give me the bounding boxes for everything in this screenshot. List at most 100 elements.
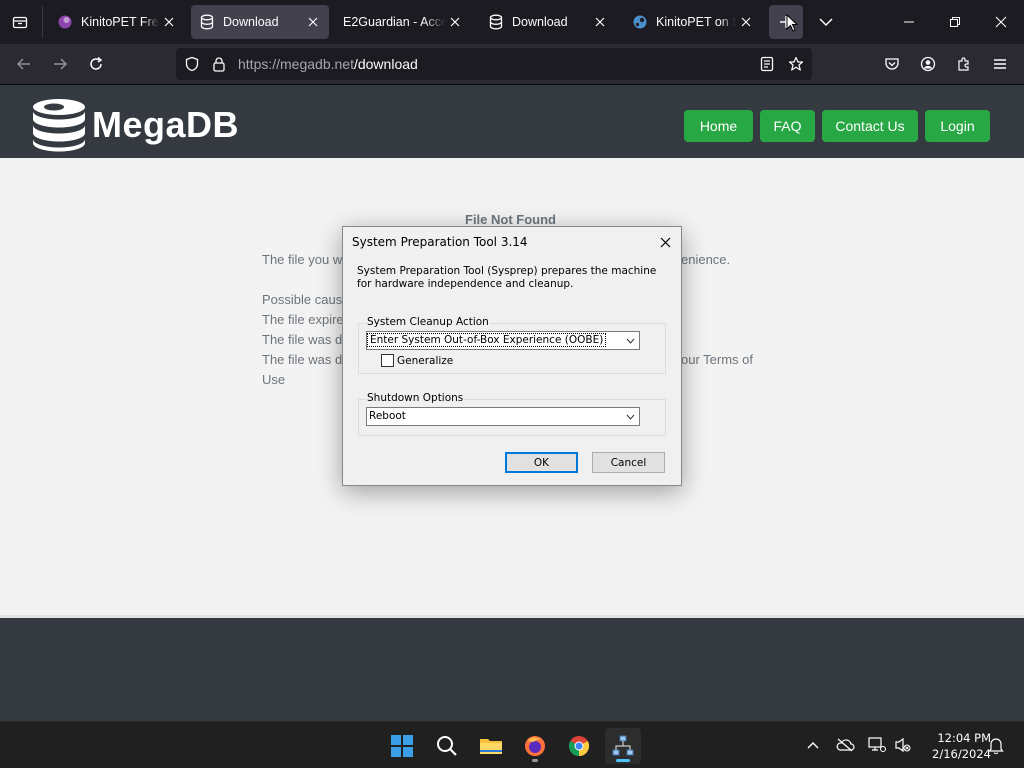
search-icon bbox=[437, 736, 457, 756]
nav-home-button[interactable]: Home bbox=[684, 110, 753, 142]
url-path: /download bbox=[353, 56, 418, 72]
megadb-logo[interactable]: MegaDB bbox=[30, 97, 239, 153]
checkbox-box[interactable] bbox=[381, 354, 394, 367]
onedrive-tray-icon[interactable] bbox=[835, 735, 855, 755]
close-tab-icon[interactable] bbox=[590, 12, 610, 32]
bell-icon bbox=[988, 738, 1004, 754]
tab-kinitopet-free[interactable]: KinitoPET Free D bbox=[49, 5, 185, 39]
cleanup-action-dropdown[interactable]: Enter System Out-of-Box Experience (OOBE… bbox=[366, 331, 640, 350]
taskbar-search-button[interactable] bbox=[429, 728, 465, 764]
clock-date: 2/16/2024 bbox=[932, 747, 991, 761]
network-tray-icon[interactable] bbox=[867, 735, 887, 755]
nav-faq-button[interactable]: FAQ bbox=[760, 110, 815, 142]
reader-view-icon[interactable] bbox=[760, 56, 774, 77]
list-all-tabs-button[interactable] bbox=[6, 8, 34, 36]
content-line: Possible caus bbox=[262, 292, 343, 307]
page-heading: File Not Found bbox=[465, 212, 556, 227]
sysprep-dialog: System Preparation Tool 3.14 System Prep… bbox=[342, 226, 682, 486]
windows-taskbar: 12:04 PM 2/16/2024 bbox=[0, 721, 1024, 768]
puzzle-icon bbox=[958, 57, 969, 71]
cleanup-action-value: Enter System Out-of-Box Experience (OOBE… bbox=[366, 333, 607, 347]
tab-kinitopet-steam[interactable]: KinitoPET on Ste bbox=[624, 5, 762, 39]
taskbar-firefox[interactable] bbox=[517, 728, 553, 764]
url-host: https://megadb.net bbox=[238, 56, 354, 72]
taskbar-file-explorer[interactable] bbox=[473, 728, 509, 764]
chevron-down-icon bbox=[623, 410, 637, 424]
close-icon bbox=[995, 16, 1007, 28]
system-clock[interactable]: 12:04 PM 2/16/2024 bbox=[915, 730, 991, 762]
tab-title: KinitoPET on Ste bbox=[656, 15, 736, 29]
dialog-close-button[interactable] bbox=[655, 233, 675, 251]
shutdown-options-dropdown[interactable]: Reboot bbox=[366, 407, 640, 426]
content-line: Use bbox=[262, 372, 286, 387]
database-icon bbox=[199, 14, 215, 30]
dialog-description: System Preparation Tool (Sysprep) prepar… bbox=[357, 265, 657, 290]
nav-login-button[interactable]: Login bbox=[925, 110, 990, 142]
tab-download[interactable]: Download bbox=[480, 5, 616, 39]
restore-window-button[interactable] bbox=[941, 8, 969, 36]
tab-overflow-menu-button[interactable] bbox=[814, 10, 838, 34]
taskbar-chrome[interactable] bbox=[561, 728, 597, 764]
chrome-icon bbox=[568, 736, 590, 757]
notifications-button[interactable] bbox=[986, 735, 1006, 755]
extensions-button[interactable] bbox=[950, 50, 978, 78]
running-indicator bbox=[532, 759, 538, 762]
close-window-button[interactable] bbox=[987, 8, 1015, 36]
chevron-down-icon bbox=[623, 334, 637, 348]
active-indicator bbox=[616, 759, 630, 762]
speaker-muted-icon bbox=[895, 737, 911, 753]
chevron-down-icon bbox=[819, 18, 833, 27]
show-hidden-icons-button[interactable] bbox=[803, 735, 823, 755]
close-tab-icon[interactable] bbox=[736, 12, 756, 32]
tab-e2guardian[interactable]: E2Guardian - Access bbox=[335, 5, 471, 39]
account-icon bbox=[920, 56, 936, 72]
monitor-network-icon bbox=[868, 737, 886, 752]
logo-text: MegaDB bbox=[92, 104, 240, 145]
pocket-button[interactable] bbox=[878, 50, 906, 78]
tracking-protection-shield-icon[interactable] bbox=[184, 56, 200, 77]
taskbar-sysprep-app[interactable] bbox=[605, 728, 641, 764]
forward-button[interactable] bbox=[46, 50, 74, 78]
nav-contact-button[interactable]: Contact Us bbox=[822, 110, 918, 142]
tab-download-active[interactable]: Download bbox=[191, 5, 329, 39]
generalize-label: Generalize bbox=[397, 354, 454, 367]
generalize-checkbox[interactable]: Generalize bbox=[381, 354, 453, 367]
cloud-icon bbox=[836, 738, 855, 752]
start-icon bbox=[391, 735, 413, 757]
site-header: MegaDB Home FAQ Contact Us Login bbox=[0, 85, 1024, 158]
close-tab-icon[interactable] bbox=[445, 12, 465, 32]
steam-icon bbox=[632, 14, 648, 30]
dialog-title: System Preparation Tool 3.14 bbox=[352, 235, 528, 249]
minimize-window-button[interactable] bbox=[895, 8, 923, 36]
close-tab-icon[interactable] bbox=[303, 12, 323, 32]
app-menu-button[interactable] bbox=[986, 50, 1014, 78]
content-line: enience. bbox=[681, 252, 731, 267]
cleanup-action-label: System Cleanup Action bbox=[366, 316, 490, 328]
cancel-button[interactable]: Cancel bbox=[592, 452, 665, 473]
file-explorer-icon bbox=[480, 739, 502, 754]
mouse-cursor-icon bbox=[786, 13, 799, 37]
tab-list-icon bbox=[12, 16, 28, 29]
lock-icon[interactable] bbox=[212, 56, 226, 77]
cleanup-action-group: System Cleanup Action Enter System Out-o… bbox=[358, 316, 666, 374]
start-button[interactable] bbox=[384, 728, 420, 764]
tab-strip-separator bbox=[42, 6, 43, 38]
close-tab-icon[interactable] bbox=[159, 12, 179, 32]
bookmark-star-icon[interactable] bbox=[788, 56, 804, 77]
url-text[interactable]: https://megadb.net/download bbox=[238, 56, 418, 72]
firefox-icon bbox=[525, 736, 545, 756]
clock-time: 12:04 PM bbox=[937, 731, 991, 745]
ok-button[interactable]: OK bbox=[505, 452, 578, 473]
volume-tray-icon[interactable] bbox=[893, 735, 913, 755]
account-button[interactable] bbox=[914, 50, 942, 78]
reload-button[interactable] bbox=[82, 50, 110, 78]
chevron-up-icon bbox=[807, 742, 819, 749]
tab-title: Download bbox=[512, 15, 568, 29]
content-line: The file was d bbox=[262, 332, 343, 347]
shutdown-options-value: Reboot bbox=[369, 410, 406, 422]
shutdown-options-label: Shutdown Options bbox=[366, 392, 465, 404]
browser-tab-strip: KinitoPET Free D Download E2Guardian - A… bbox=[0, 0, 1024, 44]
back-button[interactable] bbox=[10, 50, 38, 78]
tab-title: Download bbox=[223, 15, 279, 29]
address-bar[interactable]: https://megadb.net/download bbox=[176, 48, 812, 80]
